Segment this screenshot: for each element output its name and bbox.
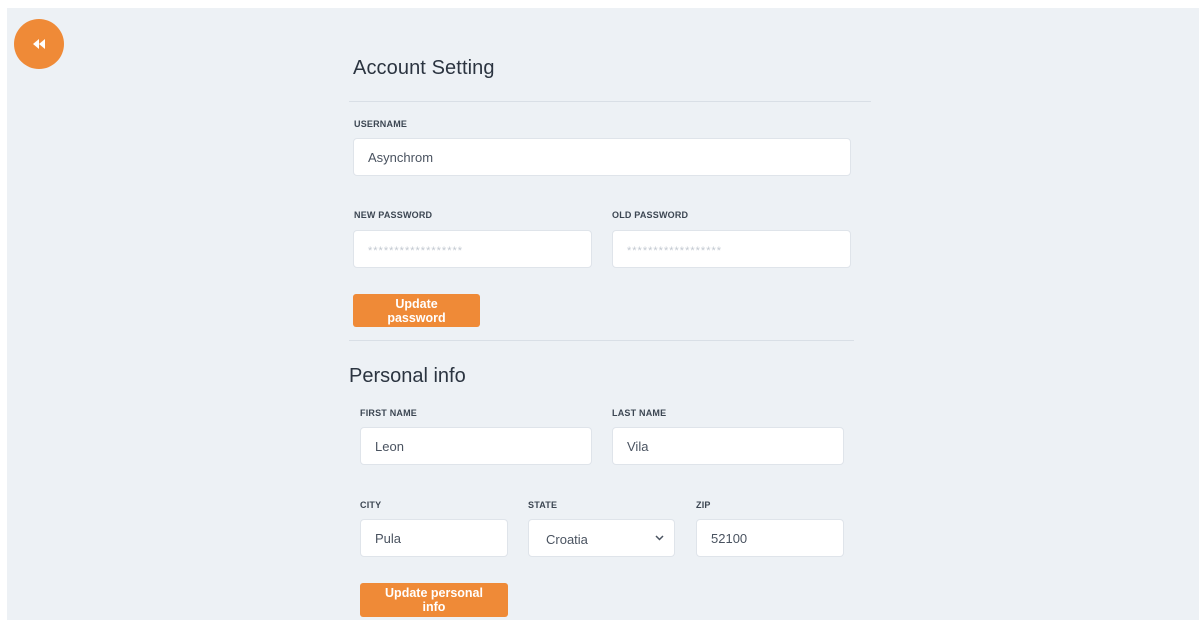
state-select-value: Croatia <box>546 532 588 547</box>
first-name-label: FIRST NAME <box>360 408 417 418</box>
state-select[interactable]: Croatia <box>528 519 675 557</box>
zip-label: ZIP <box>696 500 711 510</box>
username-input[interactable] <box>353 138 851 176</box>
username-label: USERNAME <box>354 119 408 129</box>
last-name-label: LAST NAME <box>612 408 667 418</box>
city-input[interactable] <box>360 519 508 557</box>
state-label: STATE <box>528 500 558 510</box>
last-name-input[interactable] <box>612 427 844 465</box>
back-button[interactable] <box>14 19 64 69</box>
zip-input[interactable] <box>696 519 844 557</box>
new-password-input[interactable] <box>353 230 592 268</box>
old-password-label: OLD PASSWORD <box>612 210 689 220</box>
chevron-down-icon <box>655 535 664 541</box>
section-divider <box>349 340 854 341</box>
personal-info-heading: Personal info <box>349 365 466 387</box>
first-name-input[interactable] <box>360 427 592 465</box>
double-chevron-left-icon <box>33 39 45 49</box>
account-divider <box>349 101 871 102</box>
update-password-button[interactable]: Update password <box>353 294 480 327</box>
old-password-input[interactable] <box>612 230 851 268</box>
update-personal-info-button[interactable]: Update personal info <box>360 583 508 617</box>
city-label: CITY <box>360 500 382 510</box>
account-setting-heading: Account Setting <box>353 57 495 79</box>
new-password-label: NEW PASSWORD <box>354 210 433 220</box>
